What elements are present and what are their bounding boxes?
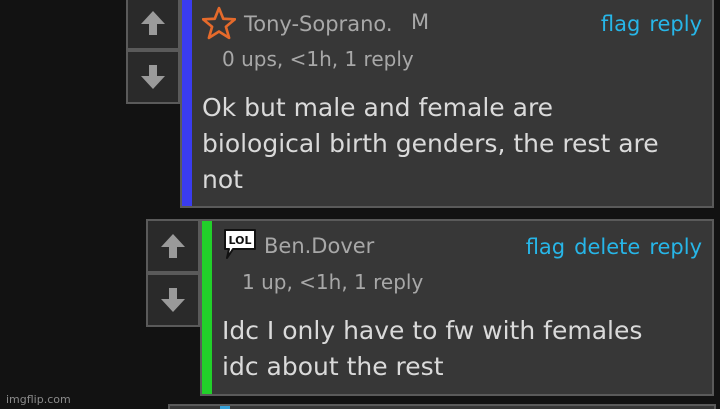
comment-card: Tony-Soprano. M flag reply 0 ups, <1h, 1… (180, 0, 714, 208)
arrow-down-icon (161, 288, 185, 312)
flag-link[interactable]: flag (526, 235, 565, 259)
reply-link[interactable]: reply (649, 235, 702, 259)
comment-username[interactable]: Tony-Soprano. (244, 12, 393, 36)
flag-link[interactable]: flag (601, 12, 640, 36)
upvote-button[interactable] (126, 0, 180, 50)
lol-speech-bubble-icon: LOL (224, 229, 256, 259)
downvote-button[interactable] (126, 50, 180, 104)
comment-accent-bar (182, 0, 192, 206)
comment-line: not (202, 165, 243, 194)
comment-meta: 1 up, <1h, 1 reply (242, 270, 424, 294)
watermark: imgflip.com (6, 393, 71, 406)
comment-line: Ok but male and female are (202, 93, 554, 122)
user-badge: M (411, 10, 430, 34)
comment-card: LOL Ben.Dover flag delete reply 1 up, <1… (200, 219, 714, 396)
comment-thread: Tony-Soprano. M flag reply 0 ups, <1h, 1… (0, 0, 720, 409)
comment-actions: flag delete reply (526, 235, 702, 259)
comment-body: Ok but male and female are biological bi… (202, 90, 659, 198)
arrow-up-icon (141, 11, 165, 35)
downvote-button[interactable] (146, 273, 200, 327)
lol-icon-text: LOL (229, 234, 252, 247)
comment-line: Idc I only have to fw with females (222, 316, 643, 345)
comment-body: Idc I only have to fw with females idc a… (222, 313, 642, 385)
upvote-button[interactable] (146, 219, 200, 273)
star-icon (202, 6, 236, 40)
delete-link[interactable]: delete (574, 235, 640, 259)
vote-column (126, 0, 180, 104)
comment-username[interactable]: Ben.Dover (264, 234, 374, 258)
comment-meta: 0 ups, <1h, 1 reply (222, 47, 414, 71)
next-comment-edge (168, 404, 716, 409)
arrow-down-icon (141, 65, 165, 89)
vote-column (146, 219, 200, 327)
arrow-up-icon (161, 234, 185, 258)
comment-line: biological birth genders, the rest are (202, 129, 659, 158)
comment-accent-bar (202, 221, 212, 394)
reply-link[interactable]: reply (649, 12, 702, 36)
comment-line: idc about the rest (222, 352, 444, 381)
comment-actions: flag reply (601, 12, 702, 36)
